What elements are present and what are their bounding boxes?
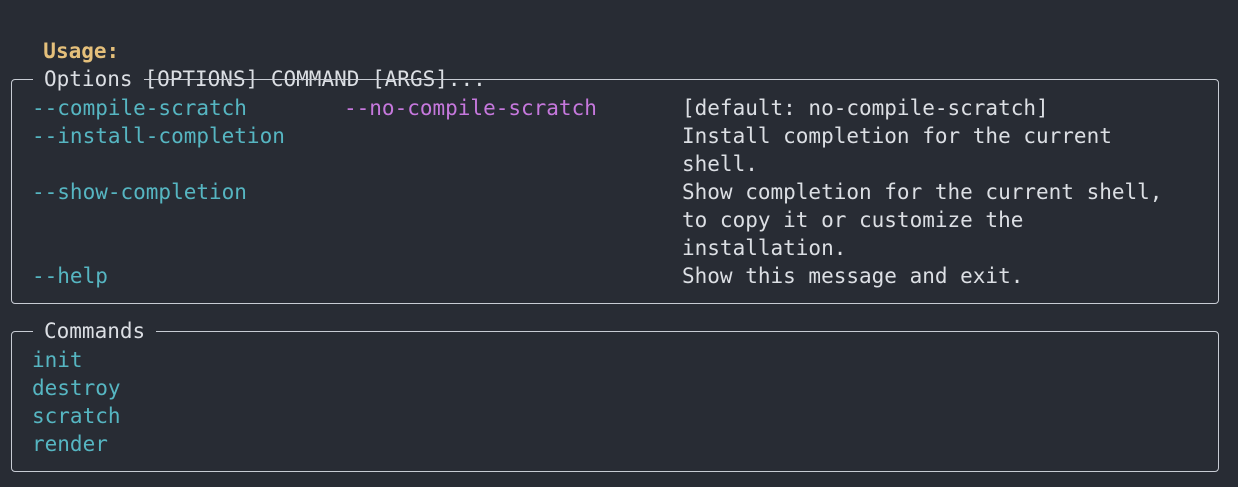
usage-line: Usage: notaker [OPTIONS] COMMAND [ARGS].… xyxy=(18,9,486,91)
commands-panel-title: Commands xyxy=(33,317,157,345)
command-destroy: destroy xyxy=(32,376,121,400)
options-panel-title: Options xyxy=(33,65,144,93)
option-desc-install-completion-line-1: Install completion for the current xyxy=(682,124,1112,148)
option-flag-install-completion: --install-completion xyxy=(32,124,285,148)
options-panel: Options --compile-scratch --no-compile-s… xyxy=(11,65,1219,304)
option-desc-show-completion-line-1: Show completion for the current shell, xyxy=(682,180,1163,204)
option-flag-compile-scratch: --compile-scratch xyxy=(32,96,247,120)
option-desc-help: Show this message and exit. xyxy=(682,264,1024,288)
option-flag-help: --help xyxy=(32,264,108,288)
command-render: render xyxy=(32,432,108,456)
usage-label: Usage: xyxy=(43,39,120,63)
commands-panel: Commands init destroy scratch render xyxy=(11,317,1219,472)
option-desc-show-completion-line-3: installation. xyxy=(682,236,847,260)
option-desc-show-completion-line-2: to copy it or customize the xyxy=(682,208,1024,232)
option-desc-compile-scratch: [default: no-compile-scratch] xyxy=(682,96,1049,120)
command-scratch: scratch xyxy=(32,404,121,428)
option-desc-install-completion-line-2: shell. xyxy=(682,152,758,176)
option-flag-show-completion: --show-completion xyxy=(32,180,247,204)
command-init: init xyxy=(32,348,83,372)
option-negation-no-compile-scratch: --no-compile-scratch xyxy=(344,96,597,120)
